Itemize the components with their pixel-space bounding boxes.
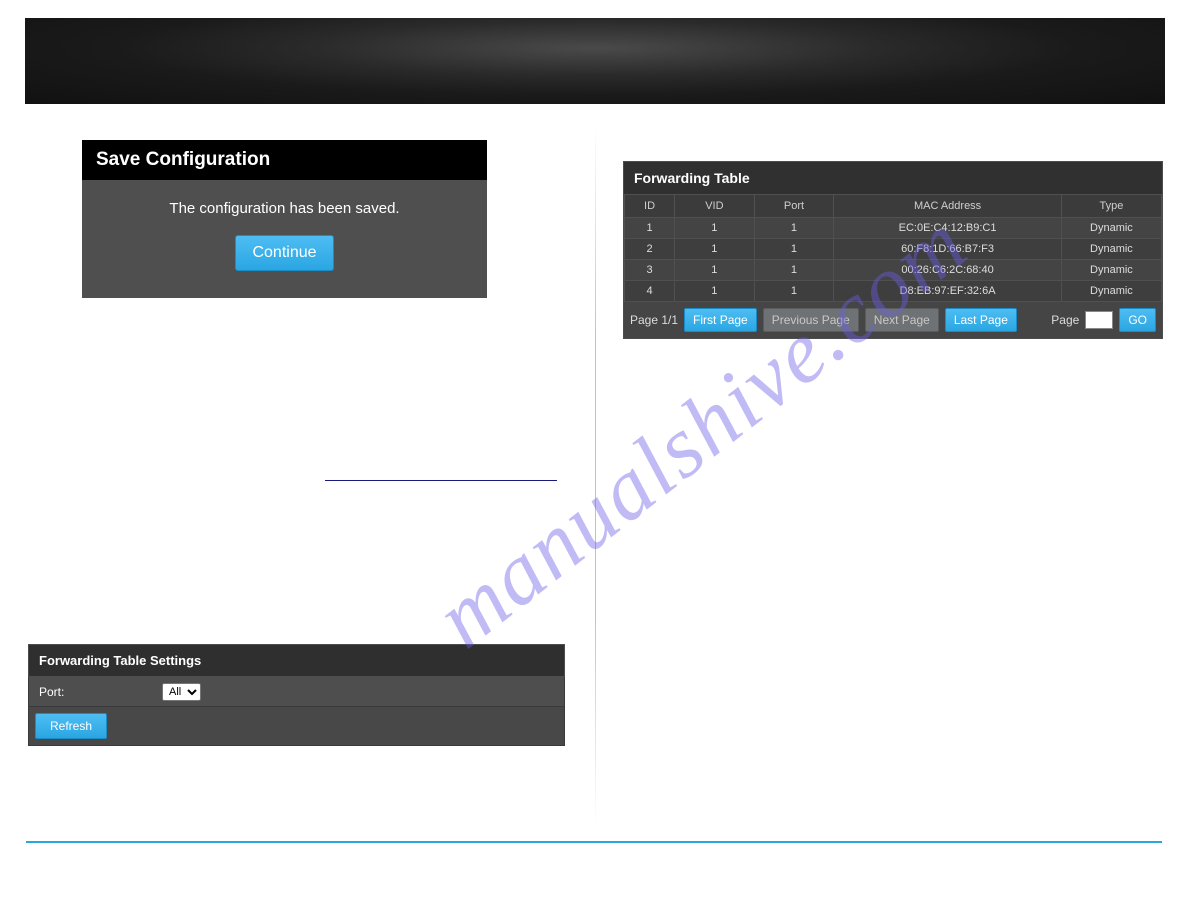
- port-label: Port:: [29, 680, 157, 704]
- port-select[interactable]: All: [162, 683, 201, 701]
- column-header-port: Port: [754, 195, 834, 218]
- go-button[interactable]: GO: [1119, 308, 1156, 332]
- continue-button[interactable]: Continue: [235, 235, 333, 271]
- column-header-vid: VID: [675, 195, 755, 218]
- refresh-button[interactable]: Refresh: [35, 713, 107, 739]
- first-page-button[interactable]: First Page: [684, 308, 757, 332]
- previous-page-button[interactable]: Previous Page: [763, 308, 859, 332]
- forwarding-table-panel: Forwarding Table ID VID Port MAC Address…: [623, 161, 1163, 339]
- forwarding-table: ID VID Port MAC Address Type 1 1 1 EC:0E…: [624, 194, 1162, 302]
- table-row: 3 1 1 00:26:C6:2C:68:40 Dynamic: [625, 260, 1162, 281]
- page-input[interactable]: [1085, 311, 1113, 329]
- save-configuration-panel: Save Configuration The configuration has…: [82, 140, 487, 298]
- column-header-mac: MAC Address: [834, 195, 1062, 218]
- last-page-button[interactable]: Last Page: [945, 308, 1017, 332]
- next-page-button[interactable]: Next Page: [865, 308, 939, 332]
- forwarding-table-settings-title: Forwarding Table Settings: [28, 644, 565, 677]
- save-configuration-message: The configuration has been saved.: [92, 200, 477, 217]
- vertical-divider: [595, 125, 596, 825]
- page-label: Page: [1051, 313, 1079, 327]
- pagination-bar: Page 1/1 First Page Previous Page Next P…: [624, 302, 1162, 338]
- forwarding-table-settings-panel: Forwarding Table Settings Port: All Refr…: [28, 644, 565, 746]
- forwarding-table-title: Forwarding Table: [624, 162, 1162, 194]
- top-banner: [25, 18, 1165, 104]
- table-row: 4 1 1 D8:EB:97:EF:32:6A Dynamic: [625, 281, 1162, 302]
- page-indicator: Page 1/1: [630, 313, 678, 327]
- column-header-id: ID: [625, 195, 675, 218]
- table-row: 2 1 1 60:F8:1D:66:B7:F3 Dynamic: [625, 239, 1162, 260]
- save-configuration-title: Save Configuration: [82, 140, 487, 180]
- footer-rule: [26, 841, 1162, 843]
- column-header-type: Type: [1061, 195, 1161, 218]
- table-row: 1 1 1 EC:0E:C4:12:B9:C1 Dynamic: [625, 218, 1162, 239]
- horizontal-rule: [325, 480, 557, 481]
